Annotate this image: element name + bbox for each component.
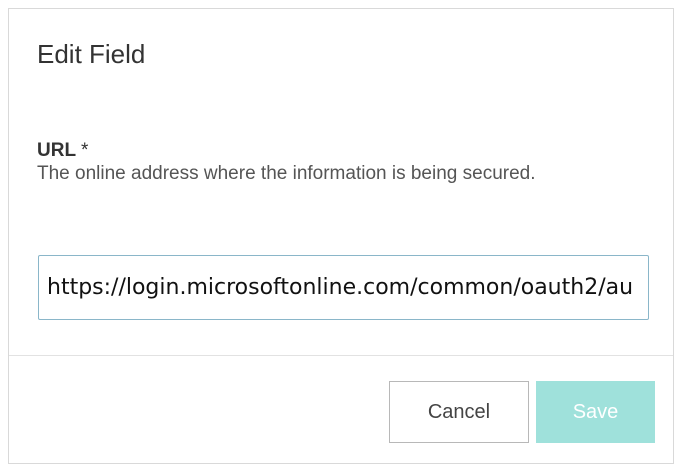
edit-field-dialog: Edit Field URL * The online address wher… <box>8 8 674 464</box>
url-input[interactable] <box>38 255 649 320</box>
field-label: URL * <box>37 141 88 160</box>
dialog-title: Edit Field <box>37 39 146 69</box>
footer-divider <box>9 355 673 356</box>
save-button[interactable]: Save <box>536 381 655 443</box>
field-label-text: URL <box>37 140 76 161</box>
cancel-button[interactable]: Cancel <box>389 381 529 443</box>
field-help-text: The online address where the information… <box>37 163 536 184</box>
required-marker: * <box>81 140 89 161</box>
